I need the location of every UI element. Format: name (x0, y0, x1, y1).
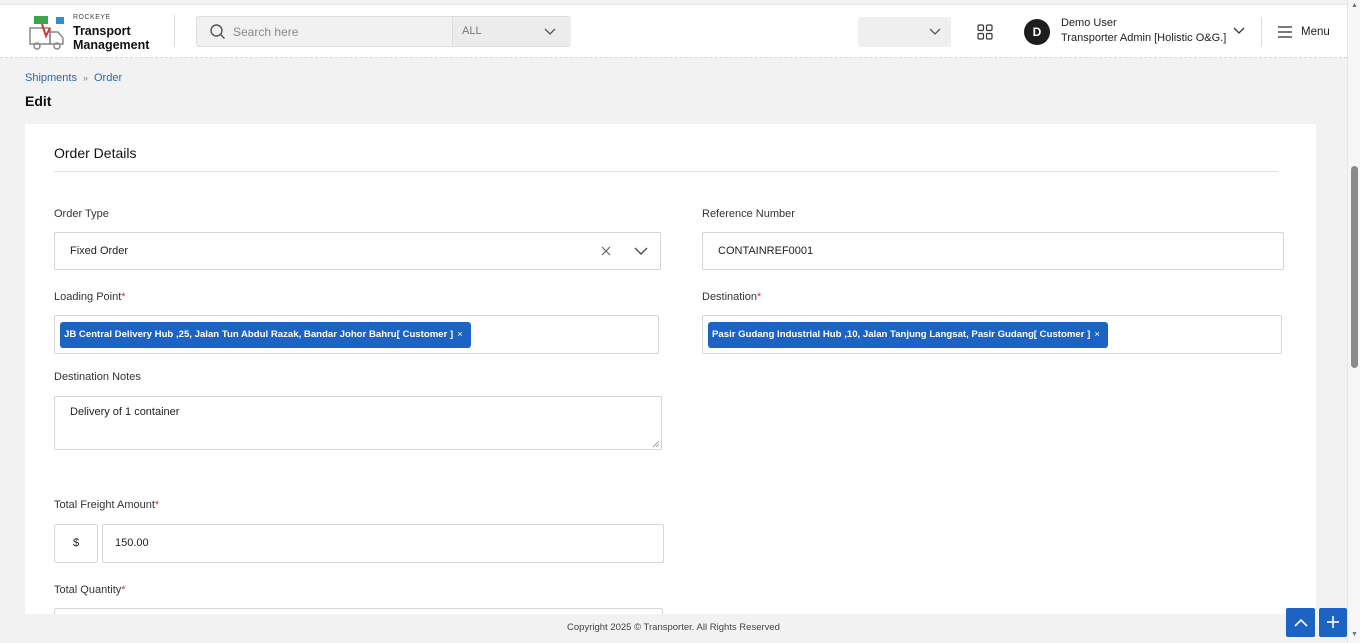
required-mark: * (757, 291, 762, 303)
chip-remove-icon[interactable]: × (457, 329, 463, 340)
apps-grid-icon[interactable] (977, 24, 993, 40)
destination-label: Destination* (702, 291, 762, 303)
breadcrumb-order[interactable]: Order (94, 72, 122, 84)
header-dropdown[interactable] (858, 17, 951, 47)
loading-point-select[interactable]: JB Central Delivery Hub ,25, Jalan Tun A… (54, 315, 659, 354)
logo-brand: ROCKEYE (73, 14, 111, 21)
section-divider (54, 171, 1278, 172)
breadcrumb: Shipments » Order (25, 72, 122, 84)
search-scope-value: ALL (462, 25, 482, 37)
loading-point-label: Loading Point* (54, 291, 126, 303)
logo-title-line2: Management (73, 38, 150, 52)
destination-notes-value: Delivery of 1 container (70, 406, 180, 418)
section-title: Order Details (54, 145, 137, 161)
chevron-down-icon (929, 28, 941, 35)
add-button[interactable] (1319, 608, 1347, 637)
page-title: Edit (25, 93, 52, 109)
user-menu-chevron-icon[interactable] (1232, 24, 1246, 38)
page-scrollbar[interactable]: ▲ ▼ (1347, 0, 1360, 643)
currency-symbol: $ (73, 537, 80, 549)
plus-icon (1327, 616, 1339, 628)
total-quantity-input[interactable] (54, 608, 663, 614)
required-mark: * (121, 291, 126, 303)
header-divider (1261, 17, 1262, 47)
order-type-value: Fixed Order (70, 245, 129, 257)
clear-icon[interactable] (600, 245, 612, 257)
scroll-up-arrow-icon[interactable]: ▲ (1351, 2, 1358, 9)
search-icon (210, 24, 225, 39)
hamburger-icon (1278, 26, 1292, 38)
chevron-up-icon (1294, 618, 1308, 627)
destination-chip: Pasir Gudang Industrial Hub ,10, Jalan T… (708, 322, 1108, 348)
total-quantity-label: Total Quantity* (54, 584, 126, 596)
order-details-card: Order Details Order Type Fixed Order Ref… (25, 124, 1316, 614)
avatar[interactable]: D (1024, 19, 1050, 45)
search-scope-select[interactable]: ALL (452, 17, 571, 46)
menu-label: Menu (1301, 26, 1330, 38)
required-mark: * (121, 584, 126, 596)
loading-point-chip: JB Central Delivery Hub ,25, Jalan Tun A… (60, 322, 471, 348)
truck-logo-icon (29, 16, 64, 50)
user-role[interactable]: Transporter Admin [Holistic O&G.] (1061, 32, 1226, 44)
total-freight-amount-input[interactable]: 150.00 (102, 524, 664, 563)
header-divider (174, 15, 175, 47)
destination-select[interactable]: Pasir Gudang Industrial Hub ,10, Jalan T… (702, 315, 1282, 354)
required-mark: * (154, 499, 160, 511)
scrollbar-thumb[interactable] (1351, 166, 1358, 368)
chevron-down-icon (544, 28, 556, 35)
breadcrumb-shipments[interactable]: Shipments (25, 72, 77, 84)
reference-number-input[interactable]: CONTAINREF0001 (702, 232, 1284, 270)
currency-addon: $ (54, 524, 98, 563)
reference-number-value: CONTAINREF0001 (718, 245, 814, 257)
resize-handle-icon[interactable] (652, 440, 660, 448)
destination-notes-label: Destination Notes (54, 371, 141, 383)
chip-remove-icon[interactable]: × (1094, 329, 1100, 340)
global-search: ALL (196, 16, 571, 47)
scroll-to-top-button[interactable] (1286, 608, 1315, 637)
search-input[interactable] (233, 17, 448, 46)
reference-number-label: Reference Number (702, 208, 795, 220)
scroll-down-arrow-icon[interactable]: ▼ (1351, 631, 1358, 638)
total-freight-amount-label: Total Freight Amount* (54, 499, 160, 511)
top-header: ROCKEYE Transport Management ALL D Demo … (0, 4, 1347, 58)
chevron-down-icon[interactable] (633, 244, 649, 258)
order-type-label: Order Type (54, 208, 109, 220)
total-freight-amount-value: 150.00 (115, 537, 149, 549)
order-type-select[interactable]: Fixed Order (54, 232, 661, 270)
footer-copyright: Copyright 2025 © Transporter. All Rights… (567, 622, 780, 633)
user-name[interactable]: Demo User (1061, 17, 1117, 29)
breadcrumb-separator-icon: » (82, 73, 88, 83)
logo-title-line1: Transport (73, 24, 131, 38)
destination-notes-textarea[interactable]: Delivery of 1 container (54, 396, 662, 450)
logo[interactable]: ROCKEYE Transport Management (28, 14, 158, 52)
